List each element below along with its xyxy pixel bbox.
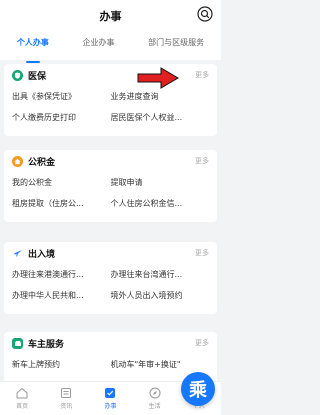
home-icon [16,387,28,399]
service-item[interactable]: 办理往来港澳通行... [12,264,111,285]
service-item[interactable]: 新车上牌预约 [12,354,111,375]
nav-life[interactable]: 生活 [138,387,172,410]
service-item[interactable]: 办理中华人民共和... [12,285,111,306]
compass-icon [149,387,161,399]
section-header[interactable]: 车主服务 更多 [4,332,217,354]
nav-home[interactable]: 首页 [5,387,39,410]
news-icon [61,388,72,398]
more-link[interactable]: 更多 [195,248,209,258]
service-list: 医保 更多 出具《参保凭证》 业务进度查询 个人缴费历史打印 居民医保个人权益.… [0,62,221,381]
service-item[interactable]: 出具《参保凭证》 [12,86,111,107]
section-header[interactable]: 出入境 更多 [4,242,217,264]
nav-label: 资讯 [60,403,73,410]
service-item[interactable]: 提取申请 [111,172,210,193]
service-item[interactable]: 居民医保个人权益... [111,107,210,128]
section-exit-entry: 出入境 更多 办理往来港澳通行... 办理往来台湾通行... 办理中华人民共和.… [4,242,217,314]
section-header[interactable]: 公积金 更多 [4,150,217,172]
nav-label: 首页 [16,403,29,410]
tab-personal[interactable]: 个人办事 [15,37,51,63]
house-icon [12,155,23,167]
service-item[interactable]: 境外人员出入境预约 [111,285,210,306]
car-icon [12,337,23,349]
red-arrow-icon [137,67,179,89]
ride-float-button[interactable]: 乘 [181,372,215,406]
nav-tasks[interactable]: 办事 [93,387,127,410]
section-housing-fund: 公积金 更多 我的公积金 提取申请 租房提取（住房公... 个人住房公积金信..… [4,150,217,222]
service-item[interactable]: 业务进度查询 [111,86,210,107]
more-link[interactable]: 更多 [195,338,209,348]
more-link[interactable]: 更多 [195,156,209,166]
top-bar: 办事 个人办事 企业办事 部门与区级服务 [0,0,221,63]
search-icon[interactable] [197,6,213,22]
section-header[interactable]: 医保 更多 [4,64,217,86]
section-title: 公积金 [28,157,56,168]
category-tabs: 个人办事 企业办事 部门与区级服务 [0,37,221,63]
section-medical: 医保 更多 出具《参保凭证》 业务进度查询 个人缴费历史打印 居民医保个人权益.… [4,64,217,136]
plane-icon [12,247,23,259]
section-car-owner: 车主服务 更多 新车上牌预约 机动车"年审+换证" [4,332,217,381]
service-item[interactable]: 我的公积金 [12,172,111,193]
service-item[interactable]: 租房提取（住房公... [12,193,111,214]
task-icon [105,388,116,398]
shield-icon [12,69,23,81]
page-title: 办事 [99,10,122,23]
tab-department[interactable]: 部门与区级服务 [146,37,206,57]
tab-enterprise[interactable]: 企业办事 [80,37,116,57]
nav-label: 办事 [104,403,117,410]
service-item[interactable]: 个人缴费历史打印 [12,107,111,128]
section-title: 车主服务 [28,339,65,350]
service-item[interactable]: 办理往来台湾通行... [111,264,210,285]
nav-news[interactable]: 资讯 [49,387,83,410]
more-link[interactable]: 更多 [195,70,209,80]
section-title: 出入境 [28,249,56,260]
service-item[interactable]: 个人住房公积金信... [111,193,210,214]
nav-label: 生活 [148,403,161,410]
